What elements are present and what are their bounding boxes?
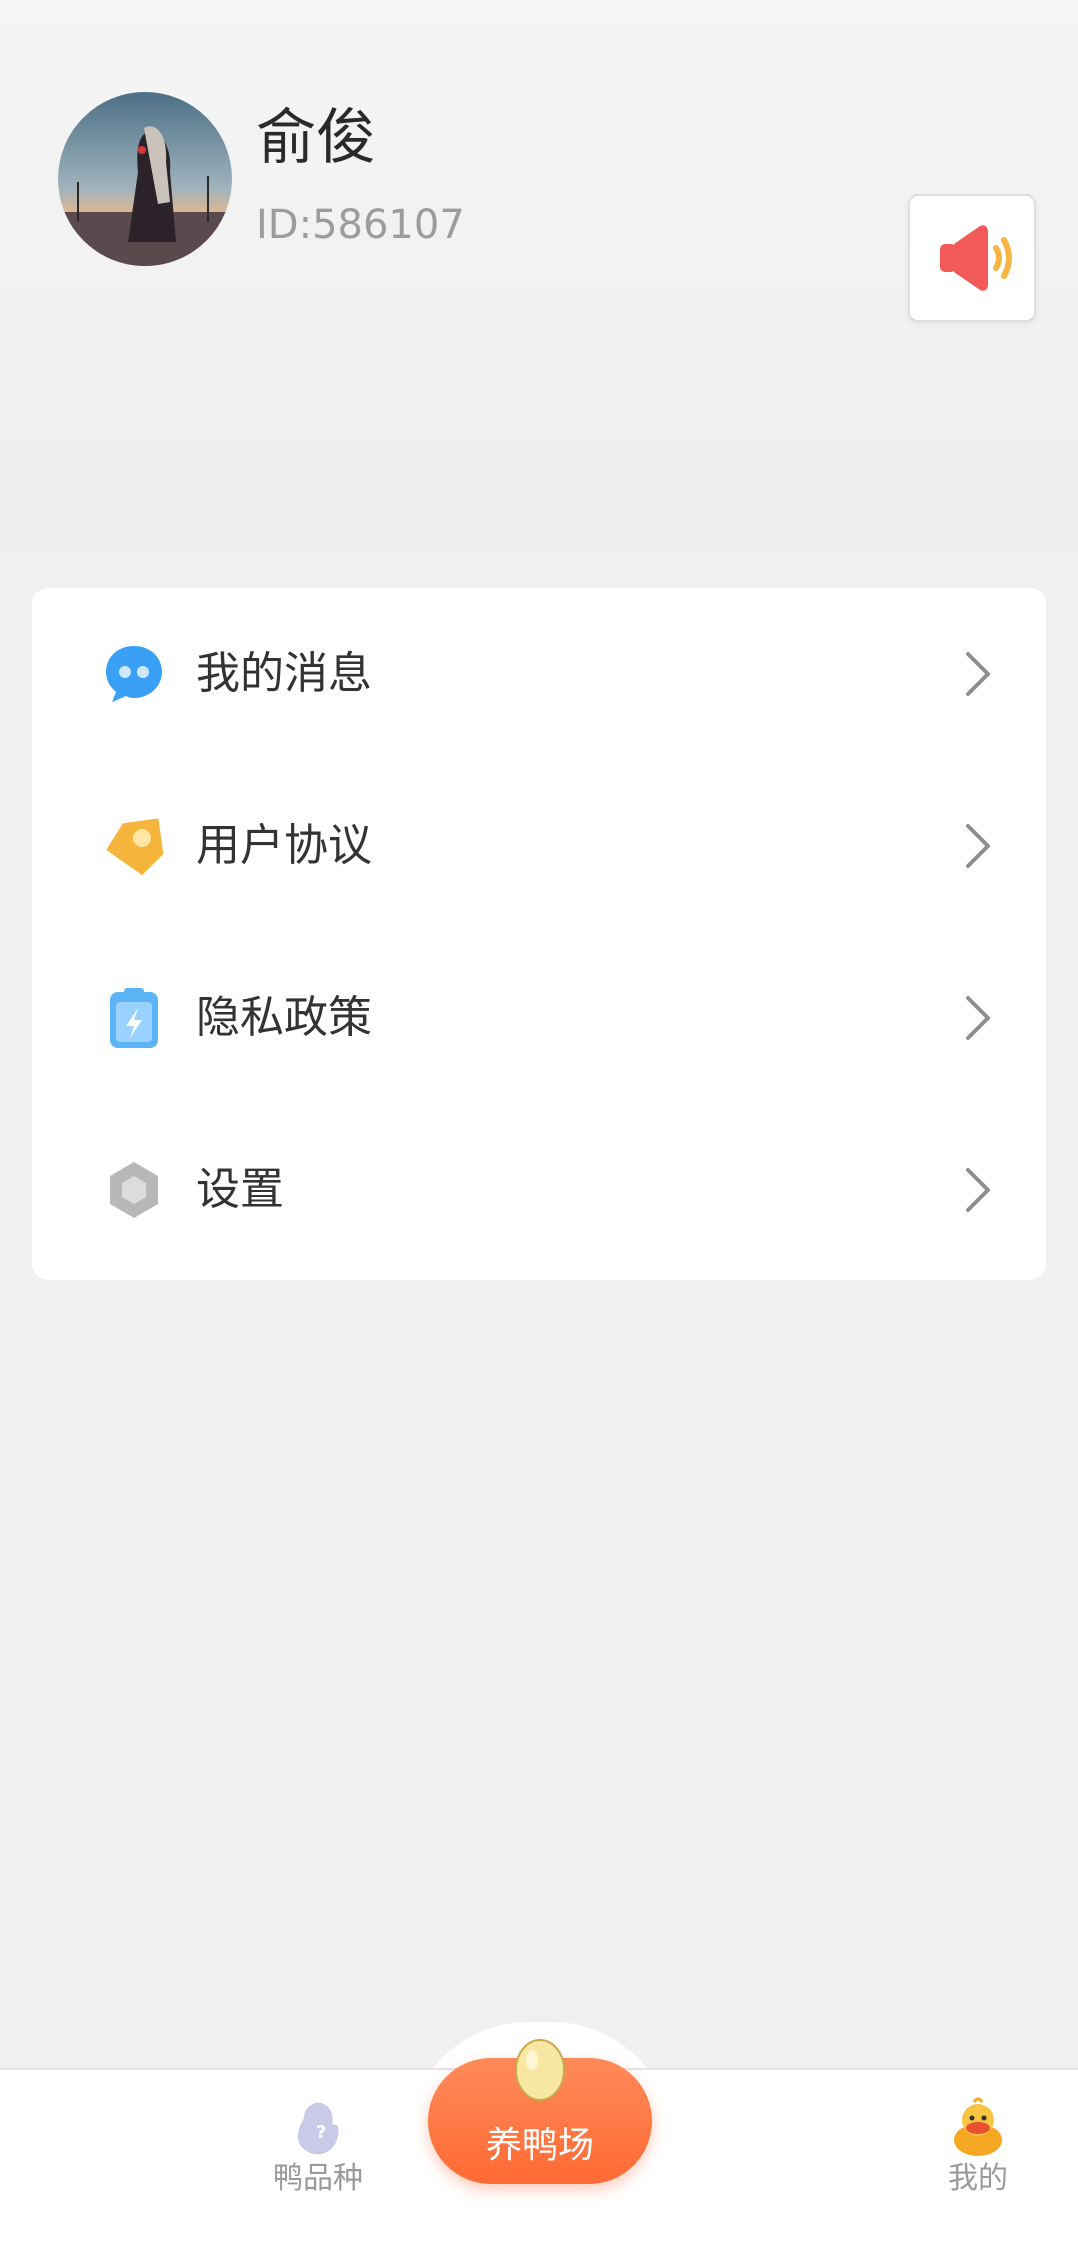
menu-item-label: 我的消息 bbox=[196, 648, 372, 699]
username: 俞俊 bbox=[256, 103, 376, 173]
user-id: ID:586107 bbox=[256, 202, 465, 248]
menu-item-label: 隐私政策 bbox=[196, 992, 372, 1043]
menu-item-messages[interactable]: 我的消息 bbox=[32, 588, 1046, 760]
tab-label: 养鸭场 bbox=[485, 2125, 594, 2166]
egg-icon bbox=[512, 2032, 568, 2102]
chat-bubble-icon bbox=[102, 642, 166, 706]
avatar[interactable] bbox=[58, 92, 232, 266]
chevron-right-icon bbox=[960, 648, 996, 700]
menu-item-label: 用户协议 bbox=[196, 820, 372, 871]
chevron-right-icon bbox=[960, 992, 996, 1044]
duck-icon bbox=[946, 2096, 1010, 2160]
tag-icon bbox=[102, 814, 166, 878]
tab-duck-breeds[interactable]: ? 鸭品种 bbox=[258, 2096, 378, 2198]
menu-item-user-agreement[interactable]: 用户协议 bbox=[32, 760, 1046, 932]
profile-page: 俞俊 ID:586107 我的消息 用户协议 隐私政策 设置 ? 鸭品种 养鸭场… bbox=[0, 0, 1078, 2242]
tab-label: 我的 bbox=[948, 2161, 1008, 2196]
profile-header: 俞俊 ID:586107 bbox=[0, 0, 1078, 548]
svg-text:?: ? bbox=[316, 2122, 326, 2143]
tab-mine[interactable]: 我的 bbox=[918, 2096, 1038, 2198]
chevron-right-icon bbox=[960, 1164, 996, 1216]
tab-duck-farm[interactable]: 养鸭场 bbox=[428, 2039, 652, 2184]
menu-item-settings[interactable]: 设置 bbox=[32, 1104, 1046, 1276]
clipboard-icon bbox=[102, 986, 166, 1050]
tab-label: 鸭品种 bbox=[273, 2161, 363, 2196]
menu-item-label: 设置 bbox=[196, 1164, 284, 1215]
menu-item-privacy-policy[interactable]: 隐私政策 bbox=[32, 932, 1046, 1104]
menu-card: 我的消息 用户协议 隐私政策 设置 bbox=[32, 588, 1046, 1280]
chevron-right-icon bbox=[960, 820, 996, 872]
hexagon-settings-icon bbox=[102, 1158, 166, 1222]
speaker-icon bbox=[940, 225, 1012, 291]
duck-breed-icon: ? bbox=[286, 2096, 350, 2160]
sound-toggle-button[interactable] bbox=[908, 194, 1036, 322]
